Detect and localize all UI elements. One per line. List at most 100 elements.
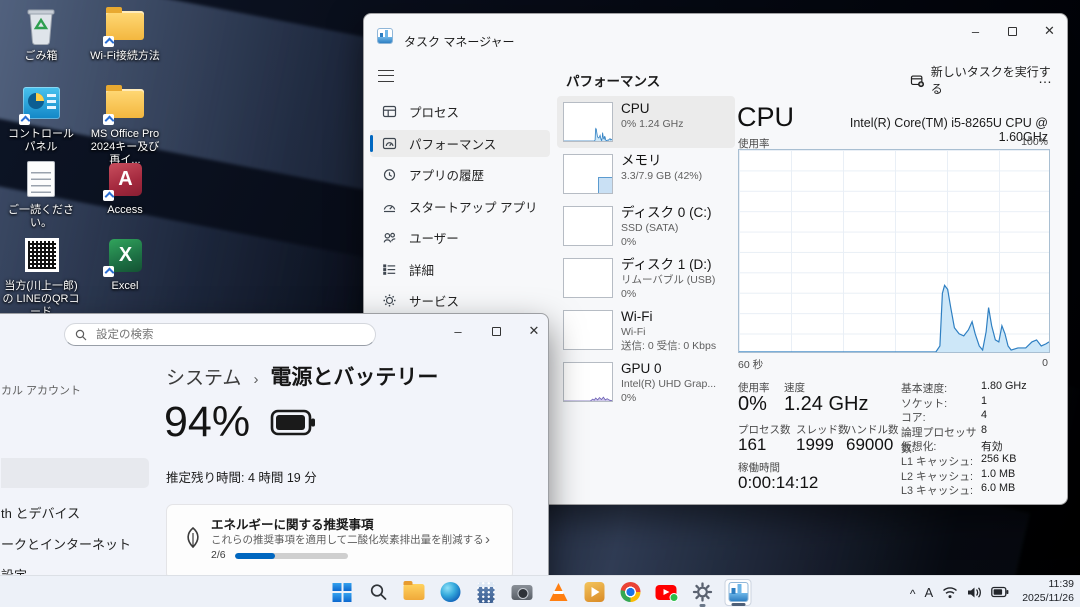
open-app-indicator — [699, 604, 705, 607]
sidebar-item-bluetooth-devices[interactable]: th とデバイス — [1, 503, 80, 522]
recycle-bin-icon — [27, 7, 55, 45]
file-explorer-icon — [404, 584, 425, 600]
nav-item-services[interactable]: サービス — [370, 287, 550, 314]
taskbar-file-explorer[interactable] — [401, 579, 428, 606]
settings-gear-icon — [692, 582, 712, 602]
cpu-heading: CPU — [737, 102, 794, 133]
taskbar-task-manager-active[interactable] — [725, 579, 752, 606]
desktop-icon-msoffice-folder[interactable]: MS Office Pro 2024キー及び再イ... — [86, 83, 164, 168]
minimize-button[interactable]: – — [439, 318, 477, 344]
window-title: タスク マネージャー — [404, 33, 515, 50]
nav-item-processes[interactable]: プロセス — [370, 98, 550, 125]
desktop-icon-wifi-folder[interactable]: Wi-Fi接続方法 — [86, 5, 164, 63]
battery-percent: 94% — [164, 398, 250, 447]
nav-item-startup-apps[interactable]: スタートアップ アプリ — [370, 193, 550, 220]
shortcut-arrow-icon — [103, 190, 114, 201]
history-icon — [382, 167, 397, 182]
sidebar-item-network-internet[interactable]: ークとインターネット — [1, 534, 131, 553]
stat-value: 161 — [738, 435, 766, 455]
desktop-icon-label: Excel — [86, 280, 164, 293]
desktop-icon-qr-code[interactable]: 当方(川上一郎)の LINEのQRコード — [2, 235, 80, 320]
nav-label: パフォーマンス — [409, 134, 496, 153]
breadcrumb-system[interactable]: システム — [166, 363, 241, 390]
energy-progress-label: 2/6 — [211, 549, 226, 561]
desktop-icon-recycle-bin[interactable]: ごみ箱 — [2, 5, 80, 63]
perf-row-wifi[interactable]: Wi-Fi Wi-Fi 送信: 0 受信: 0 Kbps — [557, 304, 735, 356]
document-icon — [27, 161, 55, 197]
desktop: ごみ箱 Wi-Fi接続方法 コントロール パネル MS Office Pro 2… — [0, 0, 1080, 607]
performance-icon — [382, 136, 397, 151]
nav-label: プロセス — [409, 102, 459, 121]
desktop-icon-excel[interactable]: X Excel — [86, 235, 164, 293]
ime-indicator[interactable]: A — [925, 585, 934, 600]
taskbar-calculator[interactable] — [473, 579, 500, 606]
sidebar-item-system-selected[interactable] — [1, 458, 149, 488]
taskbar-media-player[interactable] — [581, 579, 608, 606]
tray-date: 2025/11/26 — [1022, 592, 1074, 606]
breadcrumb: システム › 電源とバッテリー — [166, 361, 438, 391]
taskbar-settings[interactable] — [689, 579, 716, 606]
taskbar: ^ A 11:39 2025/11/26 — [0, 575, 1080, 607]
taskbar-youtube[interactable] — [653, 579, 680, 606]
nav-item-app-history[interactable]: アプリの履歴 — [370, 161, 550, 188]
performance-list: CPU 0% 1.24 GHz メモリ 3.3/7.9 GB (42%) ディス… — [557, 96, 735, 408]
nav-item-details[interactable]: 詳細 — [370, 256, 550, 283]
taskbar-edge[interactable] — [437, 579, 464, 606]
perf-row-disk0[interactable]: ディスク 0 (C:) SSD (SATA) 0% — [557, 200, 735, 252]
battery-icon — [270, 409, 316, 436]
tray-overflow-chevron-icon[interactable]: ^ — [910, 587, 916, 601]
maximize-button[interactable] — [477, 318, 515, 344]
clock[interactable]: 11:39 2025/11/26 — [1018, 578, 1074, 605]
minimize-button[interactable]: – — [957, 18, 994, 44]
search-icon — [369, 583, 387, 601]
cpu-usage-chart — [738, 149, 1050, 353]
battery-tray-icon[interactable] — [991, 586, 1009, 598]
task-manager-icon — [728, 582, 748, 602]
nav-item-performance[interactable]: パフォーマンス — [370, 130, 550, 157]
speaker-icon[interactable] — [967, 586, 982, 599]
taskbar-camera[interactable] — [509, 579, 536, 606]
hamburger-menu-icon[interactable] — [378, 70, 394, 82]
perf-row-cpu[interactable]: CPU 0% 1.24 GHz — [557, 96, 735, 148]
battery-remaining-time: 推定残り時間: 4 時間 19 分 — [166, 467, 317, 486]
nav-label: スタートアップ アプリ — [409, 197, 537, 216]
more-options-button[interactable]: … — [1032, 67, 1058, 93]
perf-row-memory[interactable]: メモリ 3.3/7.9 GB (42%) — [557, 148, 735, 200]
cpu-details: 基本速度:1.80 GHz ソケット:1 コア:4 論理プロセッサ数:8 仮想化… — [901, 380, 1061, 497]
perf-row-disk1[interactable]: ディスク 1 (D:) リムーバブル (USB) 0% — [557, 252, 735, 304]
taskbar-search-button[interactable] — [365, 579, 392, 606]
vlc-icon — [549, 583, 567, 601]
cpu-mini-chart — [563, 102, 613, 142]
page-title: パフォーマンス — [566, 70, 660, 90]
active-app-indicator — [731, 603, 745, 606]
perf-row-gpu[interactable]: GPU 0 Intel(R) UHD Grap... 0% — [557, 356, 735, 408]
energy-card-desc: これらの推奨事項を適用して二酸化炭素排出量を削減する — [211, 532, 484, 547]
windows-logo-icon — [333, 583, 352, 602]
services-gear-icon — [382, 293, 397, 308]
maximize-button[interactable] — [994, 18, 1031, 44]
details-icon — [382, 262, 397, 277]
search-input[interactable] — [94, 328, 365, 342]
taskbar-vlc[interactable] — [545, 579, 572, 606]
desktop-icon-control-panel[interactable]: コントロール パネル — [2, 83, 80, 154]
close-button[interactable]: ✕ — [515, 318, 553, 344]
desktop-icon-access[interactable]: A Access — [86, 159, 164, 217]
settings-search-box[interactable] — [64, 323, 376, 346]
task-manager-app-icon — [377, 28, 393, 44]
edge-icon — [440, 582, 460, 602]
energy-recommendations-card[interactable]: エネルギーに関する推奨事項 これらの推奨事項を適用して二酸化炭素排出量を削減する… — [166, 504, 513, 580]
maximize-icon — [1008, 27, 1017, 36]
shortcut-arrow-icon — [103, 36, 114, 47]
taskbar-chrome[interactable] — [617, 579, 644, 606]
tray-time: 11:39 — [1022, 578, 1074, 592]
close-button[interactable]: ✕ — [1031, 18, 1068, 44]
disk1-mini-chart — [563, 258, 613, 298]
taskbar-start-button[interactable] — [329, 579, 356, 606]
desktop-icon-readme[interactable]: ご一読ください。 — [2, 159, 80, 230]
nav-item-users[interactable]: ユーザー — [370, 224, 550, 251]
chrome-icon — [620, 582, 640, 602]
stat-value: 0:00:14:12 — [738, 473, 818, 493]
energy-card-title: エネルギーに関する推奨事項 — [211, 514, 374, 533]
wifi-icon[interactable] — [942, 586, 958, 599]
shortcut-arrow-icon — [19, 114, 30, 125]
